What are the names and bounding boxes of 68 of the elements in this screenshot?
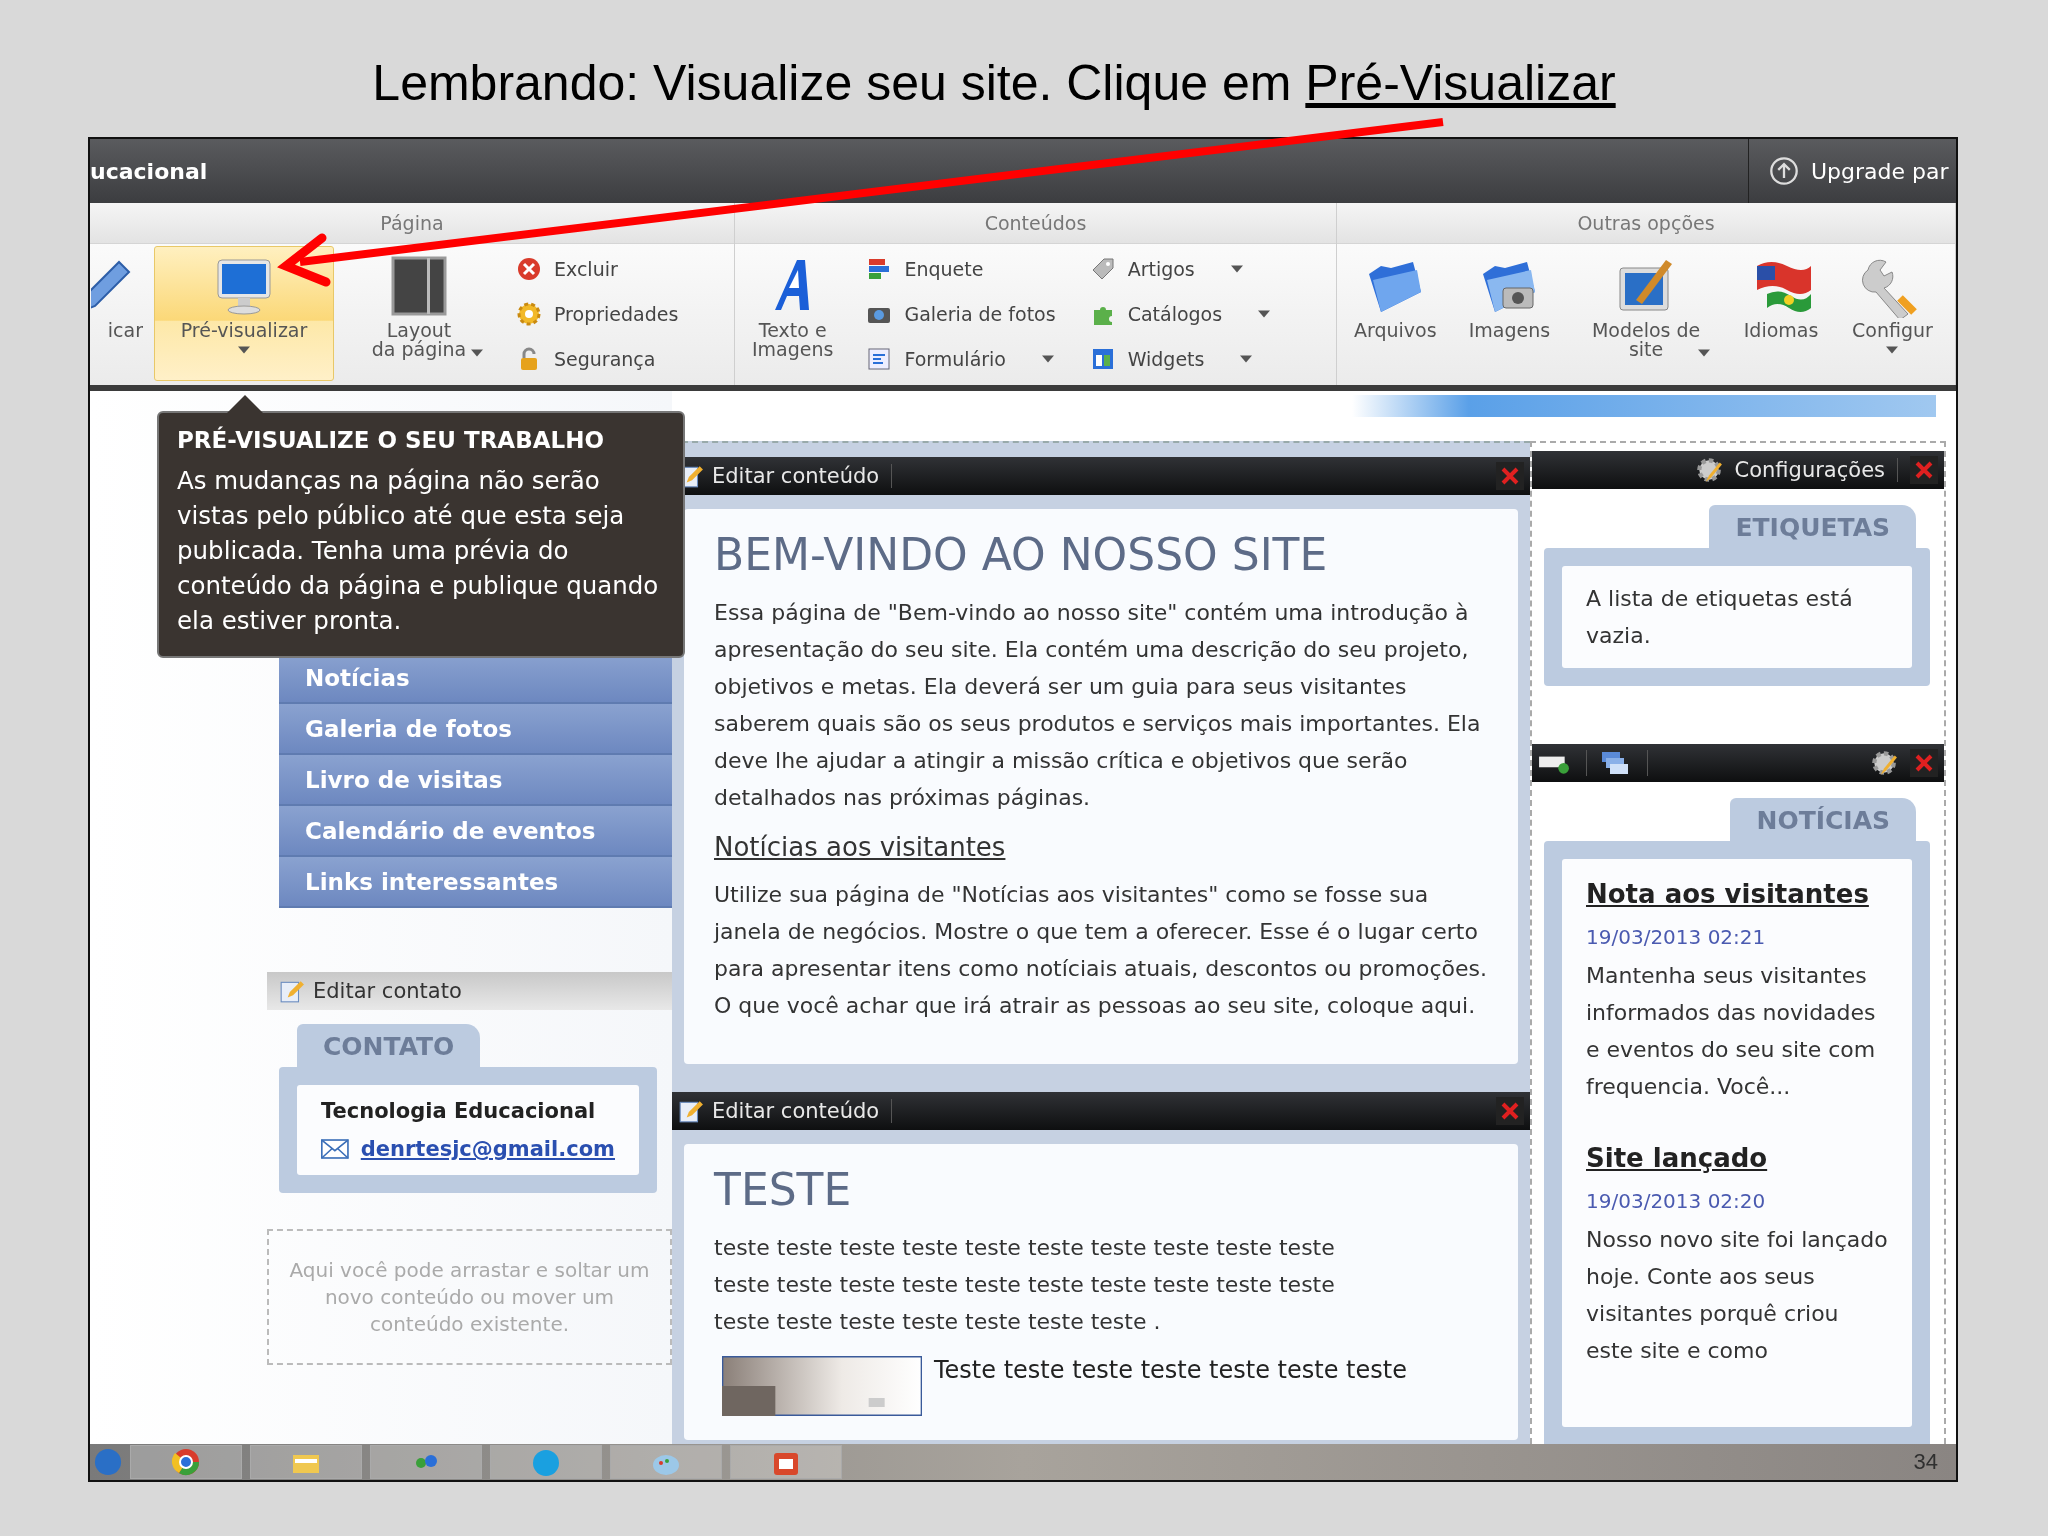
drop-zone-text: Aqui você pode arrastar e soltar um novo conteúdo ou mover um conteúdo existente. (288, 1256, 651, 1338)
close-icon[interactable] (1910, 456, 1938, 484)
form-icon (866, 345, 893, 372)
ribbon-menu-item[interactable]: Formulário (862, 343, 1060, 374)
edit-content-label[interactable]: Editar conteúdo (712, 464, 893, 488)
upload-icon (1769, 156, 1799, 186)
ribbon-menu-item[interactable]: Excluir (512, 253, 683, 284)
edit-contact-label[interactable]: Editar contato (313, 979, 462, 1003)
paragraph: Teste teste teste teste teste teste teste (934, 1356, 1407, 1386)
ribbon-button[interactable]: Pré-visualizar (154, 246, 334, 381)
start-button-icon[interactable] (94, 1448, 122, 1476)
ribbon-menu-item[interactable]: Galeria de fotos (862, 298, 1060, 329)
ribbon-button[interactable]: Idiomas (1731, 246, 1832, 381)
edit-icon (279, 978, 305, 1004)
close-icon[interactable] (1496, 462, 1524, 490)
add-item-icon[interactable] (1538, 750, 1587, 776)
content-title: TESTE (714, 1164, 853, 1215)
ribbon-button[interactable]: icar (90, 246, 144, 381)
news-title-link[interactable]: Nota aos visitantes (1586, 879, 1888, 909)
browser-icon (171, 1447, 201, 1477)
ribbon-group-label: Página (90, 203, 734, 244)
envelope-icon (321, 1137, 349, 1161)
taskbar-button[interactable] (370, 1445, 482, 1479)
ribbon-menu-item[interactable]: Catálogos (1085, 298, 1275, 329)
ribbon-button[interactable]: Arquivos (1343, 246, 1448, 381)
news-date: 19/03/2013 02:20 (1586, 1189, 1767, 1213)
ribbon-menu-item[interactable]: Segurança (512, 343, 683, 374)
news-title-link[interactable]: Site lançado (1586, 1143, 1888, 1173)
content-title: BEM-VINDO AO NOSSO SITE (714, 529, 1329, 580)
gear-icon[interactable] (1870, 749, 1898, 777)
email-link[interactable]: denrtesjc@gmail.com (360, 1137, 615, 1161)
taskbar-button[interactable] (130, 1445, 242, 1479)
empty-tags-message: A lista de etiquetas está vazia. (1586, 585, 1854, 650)
close-icon[interactable] (1496, 1097, 1524, 1125)
ribbon-menu-item[interactable]: Artigos (1085, 253, 1275, 284)
taskbar-button[interactable] (730, 1445, 842, 1479)
ribbon-group-label: Outras opções (1337, 203, 1955, 244)
ribbon-group-label: Conteúdos (735, 203, 1336, 244)
ribbon-button[interactable]: Modelos de site (1571, 246, 1722, 381)
news-summary: Mantenha seus visitantes informados das novidades e eventos do seu site com frequencia. Você... (1586, 962, 1877, 1101)
edit-icon (678, 1098, 704, 1124)
window-title: ucacional (90, 158, 209, 184)
paragraph: Utilize sua página de "Notícias aos visitantes" como se fosse sua janela de negócios. Mostre o que tem a oferecer. Esse é o lugar certo para apresentar itens como notíciais atuais, descontos ou promoções. O que você achar que irá atrair as pessoas ao seu site, coloque aqui. (714, 881, 1488, 1020)
ribbon-menu-item[interactable]: Propriedades (512, 298, 683, 329)
stack-icon[interactable] (1599, 750, 1648, 776)
close-icon[interactable] (1910, 749, 1938, 777)
ribbon-button[interactable]: Layout da página (344, 246, 494, 381)
ribbon-menu-item[interactable]: Widgets (1085, 343, 1275, 374)
ribbon-button[interactable]: Texto e Imagens (741, 246, 845, 381)
x-circle-icon (516, 255, 542, 282)
news-summary: Nosso novo site foi lançado hoje. Conte aos seus visitantes porquê criou este site e como (1586, 1226, 1888, 1365)
gear-icon (1694, 456, 1723, 484)
slide-title: Lembrando: Visualize seu site. Clique em (372, 55, 1292, 111)
ribbon-menu-item[interactable]: Enquete (862, 253, 1060, 284)
tooltip-text: As mudanças na página não serão vistas pelo público até que esta seja publicada. Tenha uma prévia do conteúdo da página e publique quando ela estiver pronta. (177, 465, 660, 637)
taskbar-button[interactable] (250, 1445, 362, 1479)
news-date: 19/03/2013 02:21 (1586, 925, 1767, 949)
paragraph: Essa página de "Bem-vindo ao nosso site" contém uma introdução à apresentação do seu site. Ela contém uma descrição do seu projeto, objetivos e metas. Ela deverá ser um guia para seus visitantes saberem quais são os seus produtos e serviços mais importantes. Ela deve lhe ajudar a atingir a missão crítica e objetivos que serão detalhados nas próximas páginas. (714, 599, 1482, 812)
ribbon-button[interactable]: Configur (1841, 246, 1944, 381)
contact-name: Tecnologia Educacional (321, 1099, 597, 1123)
settings-label[interactable]: Configurações (1734, 458, 1898, 482)
ribbon-button[interactable]: Imagens (1457, 246, 1562, 381)
edit-content-label[interactable]: Editar conteúdo (712, 1099, 893, 1123)
gear-icon (516, 300, 542, 327)
tooltip-title: PRÉ-VISUALIZE O SEU TRABALHO (177, 427, 605, 453)
paragraph: teste teste teste teste teste teste teste teste teste teste teste teste teste teste teste teste teste teste teste teste teste teste teste teste teste teste teste . (714, 1234, 1336, 1336)
section-link[interactable]: Notícias aos visitantes (714, 832, 1488, 862)
slide-number: 34 (1913, 1449, 1939, 1475)
